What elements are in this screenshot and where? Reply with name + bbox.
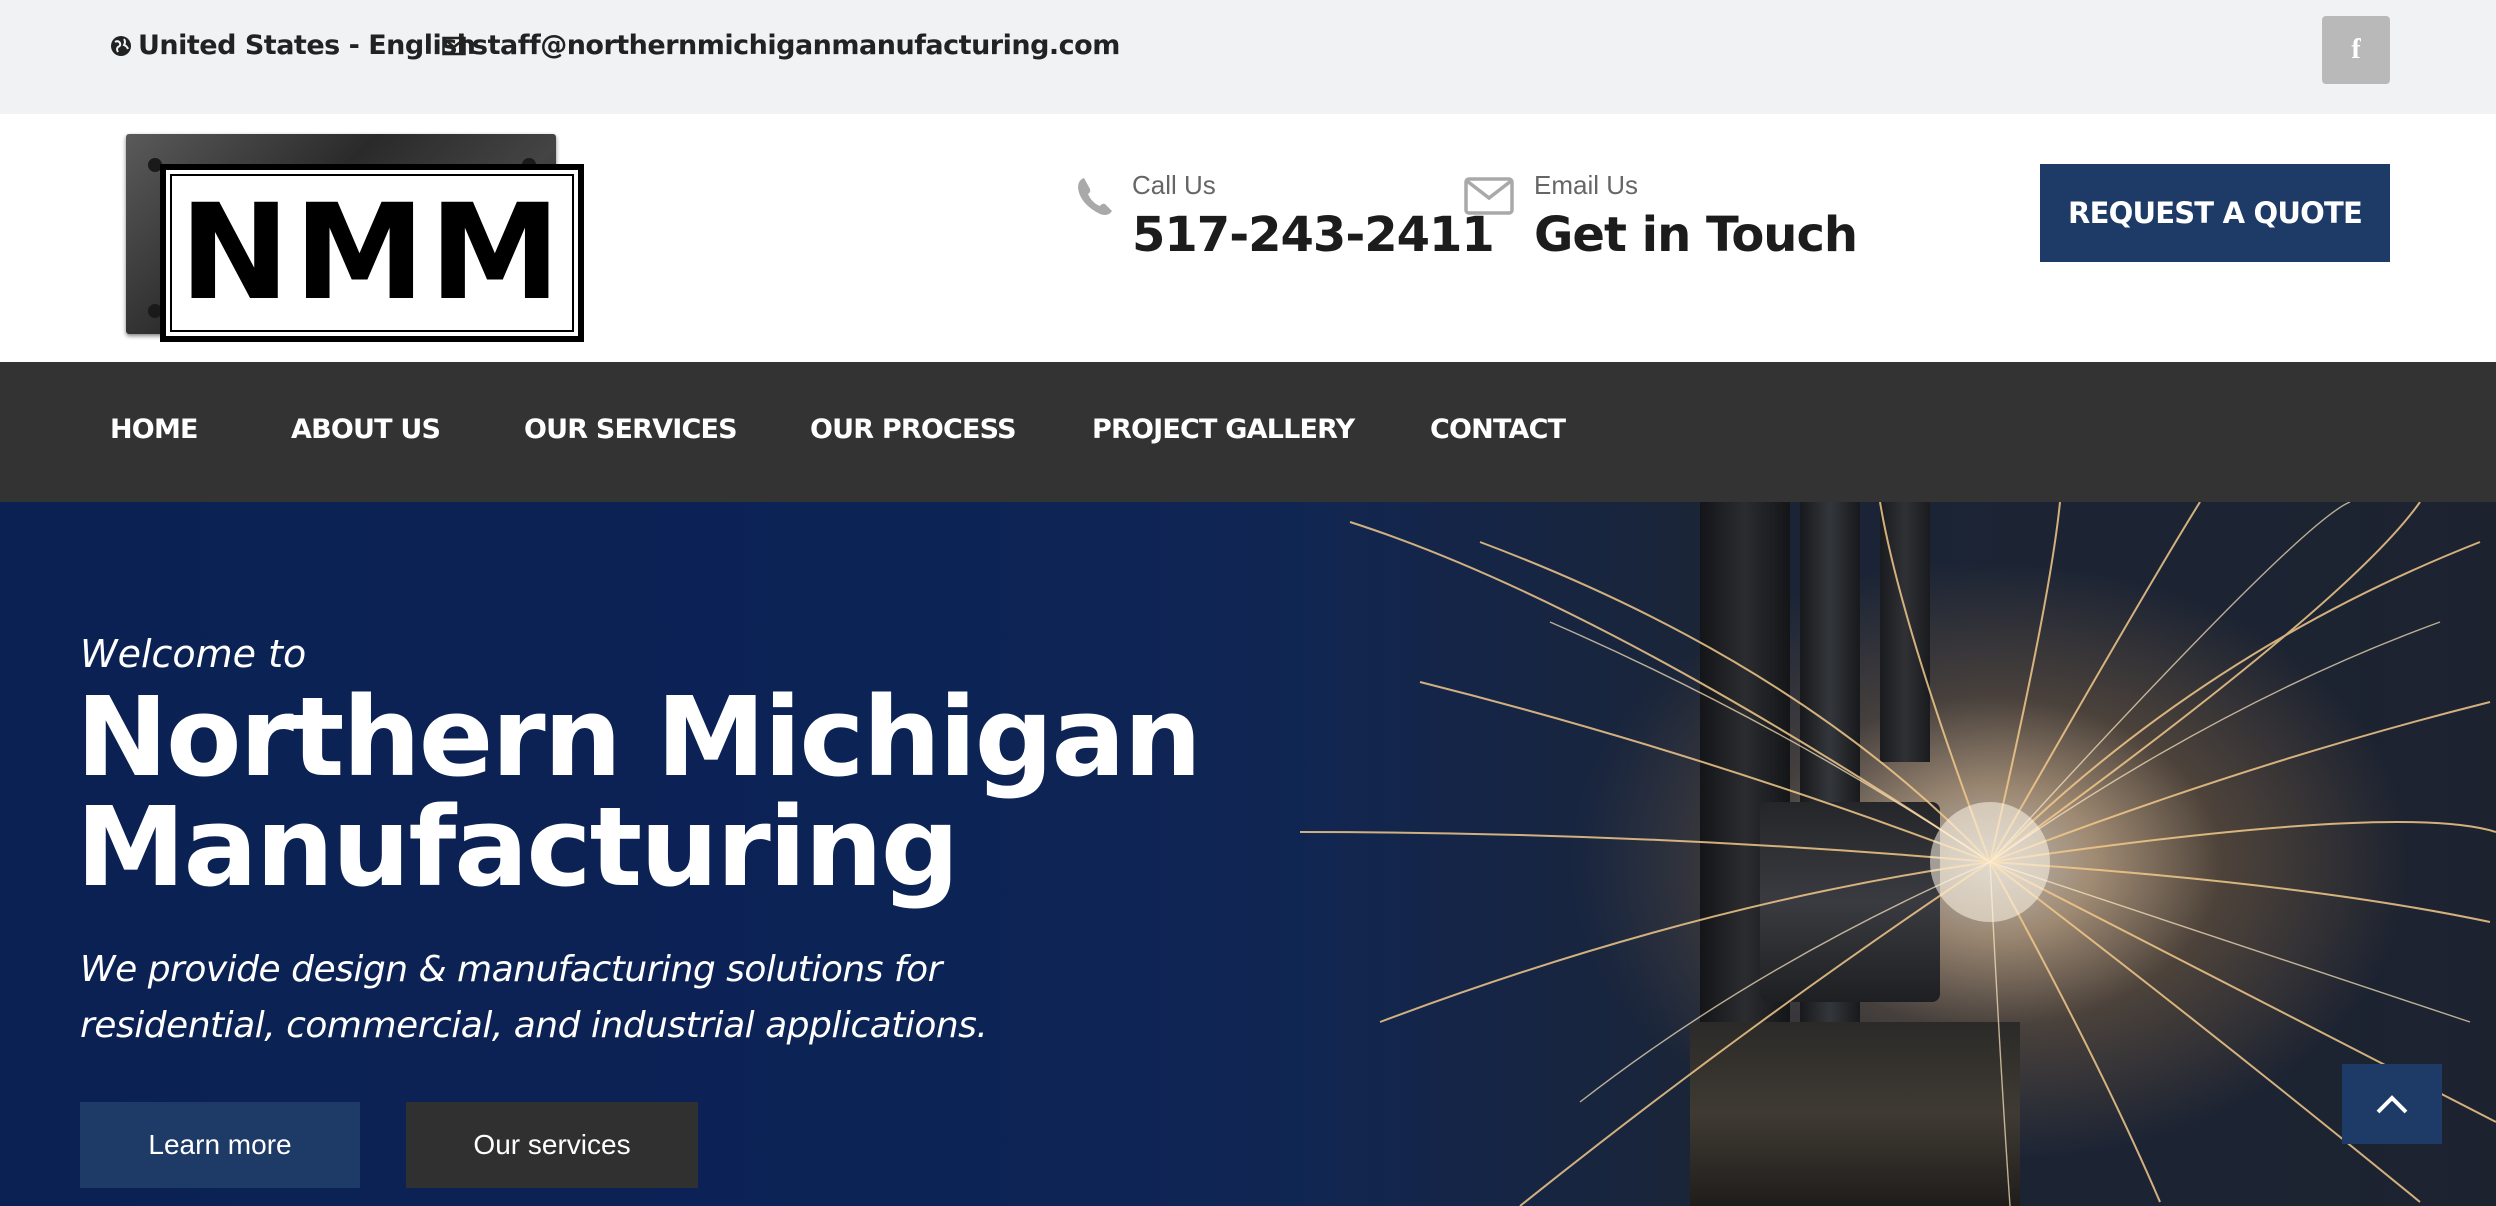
hero-title: Northern Michigan Manufacturing: [76, 673, 1202, 911]
site-header: NMM Call Us 517-243-2411 Email Us Get in…: [0, 114, 2496, 362]
envelope-icon: [442, 36, 466, 55]
hero-title-line2: Manufacturing: [76, 783, 959, 911]
mail-outline-icon: [1464, 177, 1514, 215]
email-us-label: Email Us: [1534, 170, 1639, 200]
language-selector[interactable]: United States - English: [110, 30, 476, 61]
get-in-touch-link[interactable]: Get in Touch: [1534, 207, 1858, 263]
nav-project-gallery[interactable]: PROJECT GALLERY: [1092, 414, 1355, 445]
hero-welcome: Welcome to: [80, 632, 307, 676]
hero-subtitle: We provide design & manufacturing soluti…: [80, 942, 1080, 1054]
logo[interactable]: NMM: [122, 134, 588, 344]
hero-subtitle-line2: residential, commercial, and industrial …: [80, 1005, 988, 1046]
hero-title-line1: Northern Michigan: [76, 673, 1202, 801]
nav-home[interactable]: HOME: [110, 414, 198, 445]
nav-about-us[interactable]: ABOUT US: [291, 414, 441, 445]
logo-frame: NMM: [160, 164, 584, 342]
hero-subtitle-line1: We provide design & manufacturing soluti…: [80, 949, 942, 990]
email-us-block[interactable]: Email Us Get in Touch: [1464, 170, 1858, 263]
scroll-to-top-button[interactable]: [2342, 1064, 2442, 1144]
call-us-label: Call Us: [1132, 170, 1216, 200]
email-address: staff@northernmichiganmanufacturing.com: [472, 30, 1120, 61]
nav-our-process[interactable]: OUR PROCESS: [810, 414, 1017, 445]
chevron-up-icon: [2376, 1095, 2408, 1114]
nav-contact[interactable]: CONTACT: [1430, 414, 1566, 445]
globe-icon: [111, 35, 131, 56]
email-link[interactable]: staff@northernmichiganmanufacturing.com: [442, 30, 1120, 61]
language-label: United States - English: [138, 30, 476, 61]
learn-more-button[interactable]: Learn more: [80, 1102, 360, 1188]
hero-banner: Welcome to Northern Michigan Manufacturi…: [0, 502, 2496, 1206]
phone-icon: [1078, 178, 1112, 215]
facebook-icon: f: [2351, 34, 2361, 65]
call-us-block[interactable]: Call Us 517-243-2411: [1076, 170, 1495, 263]
request-quote-button[interactable]: REQUEST A QUOTE: [2040, 164, 2390, 262]
top-utility-bar: United States - English staff@northernmi…: [0, 0, 2496, 114]
logo-text: NMM: [170, 174, 574, 332]
our-services-button[interactable]: Our services: [406, 1102, 698, 1188]
nav-our-services[interactable]: OUR SERVICES: [524, 414, 738, 445]
phone-number[interactable]: 517-243-2411: [1132, 207, 1495, 263]
main-navigation: HOME ABOUT US OUR SERVICES OUR PROCESS P…: [0, 362, 2496, 502]
facebook-button[interactable]: f: [2322, 16, 2390, 84]
